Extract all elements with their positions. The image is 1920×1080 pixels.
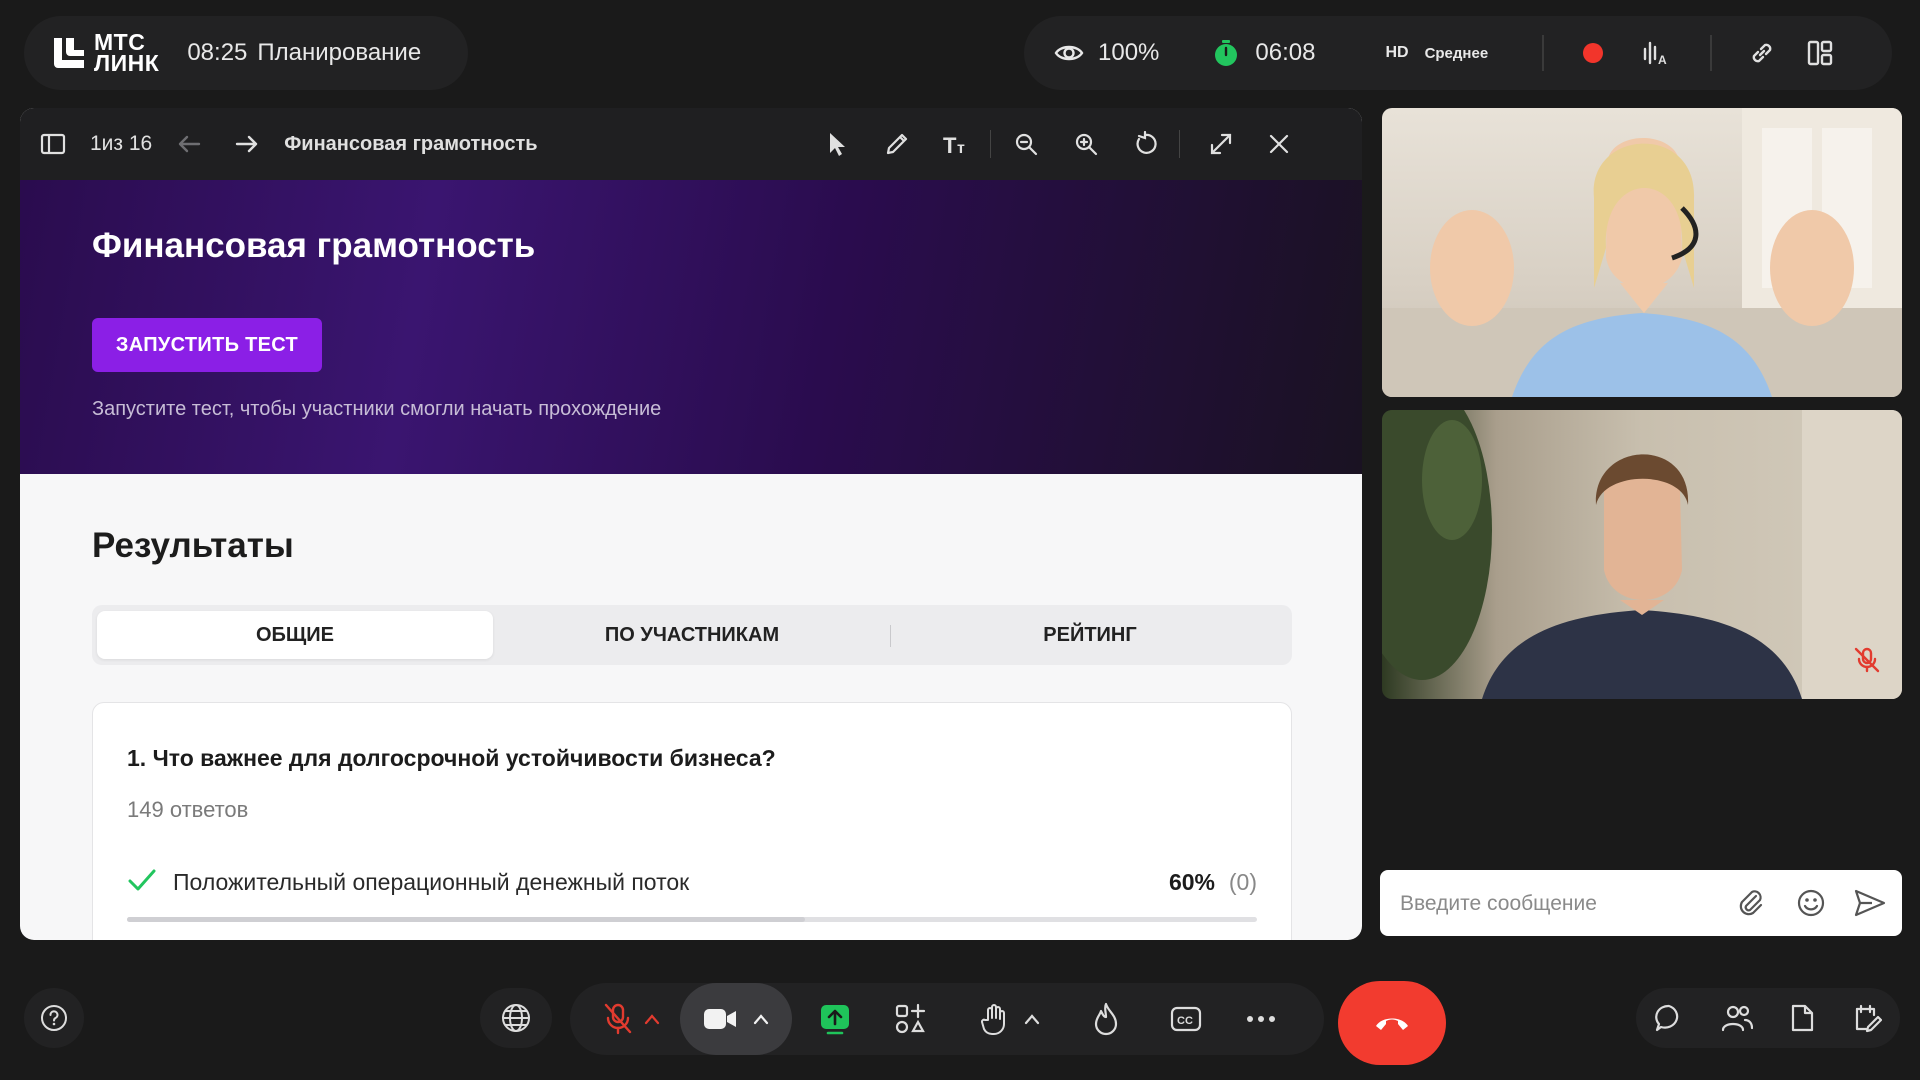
hero-hint: Запустите тест, чтобы участники смогли н… [92, 398, 662, 420]
link-icon[interactable] [1748, 39, 1776, 67]
people-icon[interactable] [1721, 1003, 1753, 1033]
meeting-title: Планирование [257, 39, 422, 66]
tab-by-participants[interactable]: ПО УЧАСТНИКАМ [494, 611, 890, 659]
quality-label[interactable]: Среднее [1425, 45, 1489, 62]
layout-icon[interactable] [1806, 39, 1834, 67]
participant-video-1[interactable] [1382, 108, 1902, 397]
answer-progress-bar [127, 917, 1257, 922]
question-title: 1. Что важнее для долгосрочной устойчиво… [127, 745, 776, 771]
participant-2-image [1382, 410, 1902, 699]
side-panel-controls [1636, 988, 1900, 1048]
help-icon [40, 1004, 68, 1032]
share-screen-icon[interactable] [818, 1002, 852, 1036]
svg-text:т: т [957, 140, 965, 156]
participant-1-image [1382, 108, 1902, 397]
presentation-title: Финансовая грамотность [284, 132, 538, 155]
paperclip-icon[interactable] [1736, 888, 1766, 918]
tab-general[interactable]: ОБЩИЕ [97, 611, 493, 659]
sidebar-toggle-icon[interactable] [38, 129, 68, 159]
svg-text:CC: CC [1177, 1015, 1193, 1027]
answer-progress-fill [127, 917, 805, 922]
presentation-toolbar: 1из 16 Финансовая грамотность Tт [20, 108, 1362, 180]
eye-icon [1054, 42, 1084, 64]
presentation-panel: 1из 16 Финансовая грамотность Tт Финансо… [20, 108, 1362, 940]
timer-icon [1213, 39, 1239, 67]
answers-count: 149 ответов [127, 797, 249, 822]
arrow-left-icon[interactable] [174, 129, 204, 159]
files-icon[interactable] [1789, 1003, 1815, 1033]
close-icon[interactable] [1264, 129, 1294, 159]
tab-divider [890, 625, 891, 647]
participant-mic-off-icon [1852, 645, 1882, 675]
emoji-icon[interactable] [1796, 888, 1826, 918]
pointer-icon[interactable] [822, 129, 852, 159]
rotate-icon[interactable] [1131, 129, 1161, 159]
record-icon[interactable] [1582, 42, 1604, 64]
zoom-out-icon[interactable] [1011, 129, 1041, 159]
mts-link-logo: МТС ЛИНК [50, 31, 160, 76]
logo-mark-icon [54, 38, 84, 68]
chat-icon[interactable] [1654, 1003, 1684, 1033]
call-controls: CC [570, 983, 1324, 1055]
session-timer: 06:08 [1255, 39, 1316, 66]
audio-levels-icon[interactable]: A [1642, 40, 1670, 66]
notes-icon[interactable] [1852, 1003, 1882, 1033]
divider [1542, 35, 1545, 71]
divider [1178, 130, 1180, 158]
chat-composer [1380, 870, 1902, 936]
question-card: 1. Что важнее для долгосрочной устойчиво… [92, 702, 1292, 940]
camera-options-chevron-icon[interactable] [753, 1013, 769, 1025]
pencil-icon[interactable] [882, 129, 912, 159]
help-button[interactable] [24, 988, 84, 1048]
results-tabs: ОБЩИЕ ПО УЧАСТНИКАМ РЕЙТИНГ [92, 605, 1292, 665]
text-size-icon[interactable]: Tт [942, 129, 972, 159]
camera-button[interactable] [680, 983, 792, 1055]
camera-icon [703, 1006, 737, 1032]
check-icon [127, 867, 157, 895]
start-test-button[interactable]: ЗАПУСТИТЬ ТЕСТ [92, 318, 322, 372]
test-hero-banner: Финансовая грамотность ЗАПУСТИТЬ ТЕСТ За… [20, 180, 1362, 474]
participant-video-2[interactable] [1382, 410, 1902, 699]
expand-icon[interactable] [1206, 129, 1236, 159]
captions-icon[interactable]: CC [1170, 1006, 1202, 1032]
fire-icon[interactable] [1092, 1002, 1120, 1036]
page-indicator: 1из 16 [90, 132, 153, 155]
answer-row: Положительный операционный денежный пото… [127, 863, 1257, 903]
hand-icon[interactable] [980, 1002, 1010, 1036]
chat-message-input[interactable] [1398, 884, 1722, 924]
more-icon[interactable] [1246, 1015, 1276, 1023]
zoom-in-icon[interactable] [1071, 129, 1101, 159]
divider [989, 130, 991, 158]
send-icon[interactable] [1854, 888, 1886, 918]
status-bar: 100% 06:08 HD Среднее A [1024, 16, 1892, 90]
apps-icon[interactable] [894, 1003, 926, 1035]
answer-percent: 60% [1168, 869, 1215, 895]
svg-text:T: T [943, 133, 957, 156]
conference-header: МТС ЛИНК 08:25 Планирование [24, 16, 468, 90]
answer-count: (0) [1228, 869, 1257, 895]
visibility-percent: 100% [1098, 39, 1160, 66]
mic-options-chevron-icon[interactable] [644, 1013, 660, 1025]
hangup-button[interactable] [1338, 981, 1446, 1065]
meeting-time: 08:25 [187, 39, 248, 66]
hero-title: Финансовая грамотность [92, 226, 536, 265]
results-title: Результаты [92, 526, 294, 565]
language-button[interactable] [480, 988, 552, 1048]
tab-rating[interactable]: РЕЙТИНГ [892, 611, 1288, 659]
globe-icon [500, 1002, 532, 1034]
answer-text: Положительный операционный денежный пото… [173, 869, 690, 895]
mic-off-icon[interactable] [602, 1002, 634, 1036]
arrow-right-icon[interactable] [232, 129, 262, 159]
hangup-icon [1374, 1014, 1410, 1032]
quality-badge[interactable]: HD [1385, 44, 1408, 62]
logo-line2: ЛИНК [94, 50, 160, 76]
reactions-chevron-icon[interactable] [1024, 1013, 1040, 1025]
divider [1710, 35, 1713, 71]
svg-text:A: A [1658, 53, 1667, 66]
